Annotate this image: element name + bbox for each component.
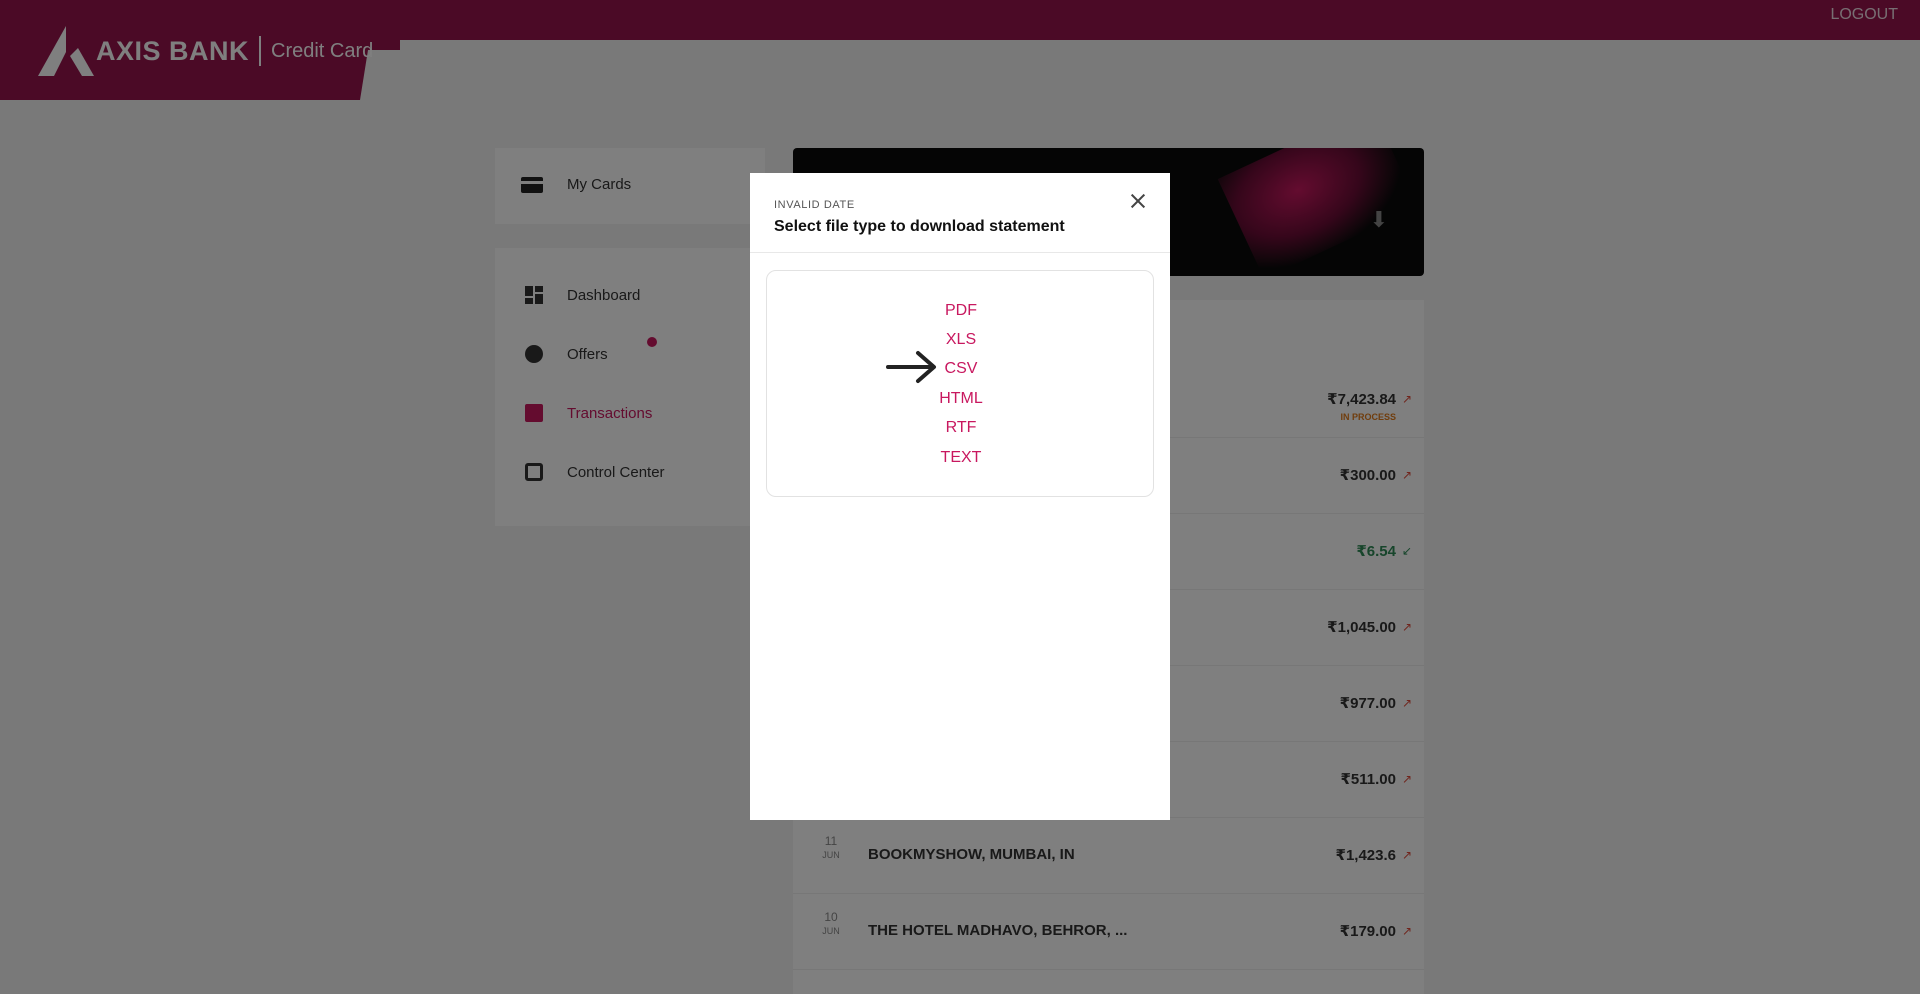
pointer-arrow-icon (886, 351, 936, 383)
option-xls[interactable]: XLS (767, 331, 1155, 349)
dialog-title: Select file type to download statement (774, 218, 1065, 235)
dialog-subtitle: INVALID DATE (774, 199, 855, 211)
option-pdf[interactable]: PDF (767, 302, 1155, 320)
option-html[interactable]: HTML (767, 390, 1155, 408)
option-rtf[interactable]: RTF (767, 419, 1155, 437)
option-csv[interactable]: CSV (767, 360, 1155, 378)
download-statement-dialog: INVALID DATE Select file type to downloa… (750, 173, 1170, 820)
option-text[interactable]: TEXT (767, 449, 1155, 467)
close-icon[interactable] (1126, 189, 1150, 213)
file-type-options: PDF XLS CSV HTML RTF TEXT (766, 270, 1154, 497)
dialog-header: INVALID DATE Select file type to downloa… (750, 173, 1170, 253)
